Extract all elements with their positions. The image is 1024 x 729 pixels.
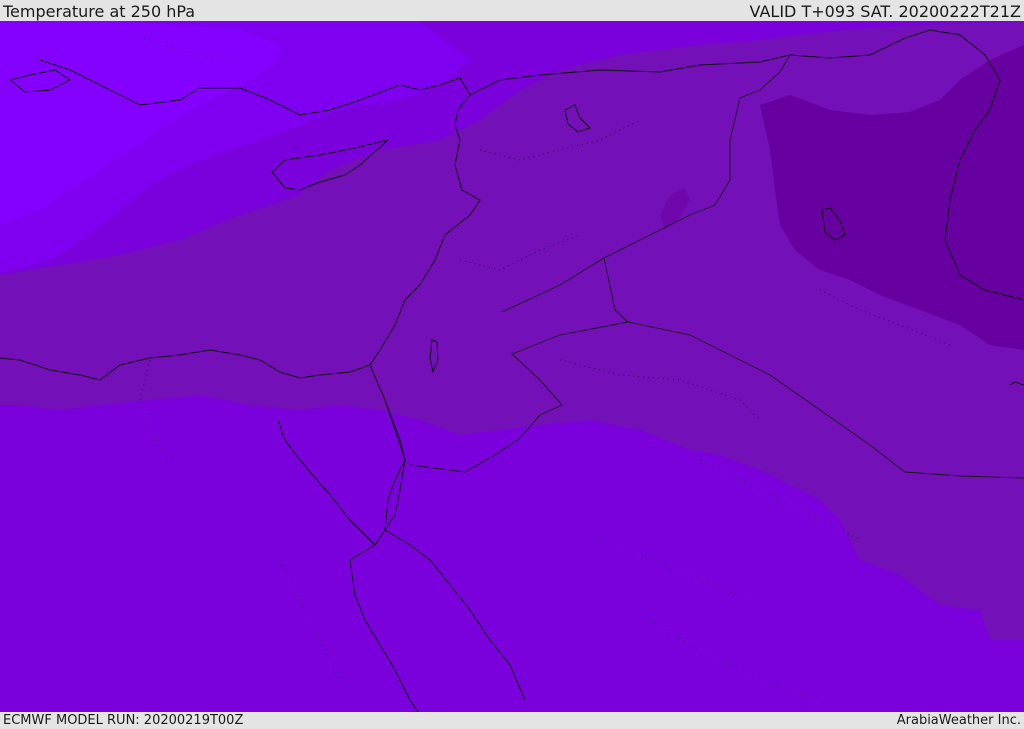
- map-title: Temperature at 250 hPa: [3, 2, 196, 21]
- map-svg: [0, 21, 1024, 712]
- credit: ArabiaWeather Inc.: [896, 713, 1021, 728]
- weather-map-frame: Temperature at 250 hPa VALID T+093 SAT. …: [0, 0, 1024, 729]
- header-bar: Temperature at 250 hPa VALID T+093 SAT. …: [0, 0, 1024, 21]
- footer-bar: ECMWF MODEL RUN: 20200219T00Z ArabiaWeat…: [0, 712, 1024, 729]
- model-run: ECMWF MODEL RUN: 20200219T00Z: [3, 713, 244, 728]
- valid-time: VALID T+093 SAT. 20200222T21Z: [749, 2, 1021, 21]
- map-canvas: [0, 21, 1024, 712]
